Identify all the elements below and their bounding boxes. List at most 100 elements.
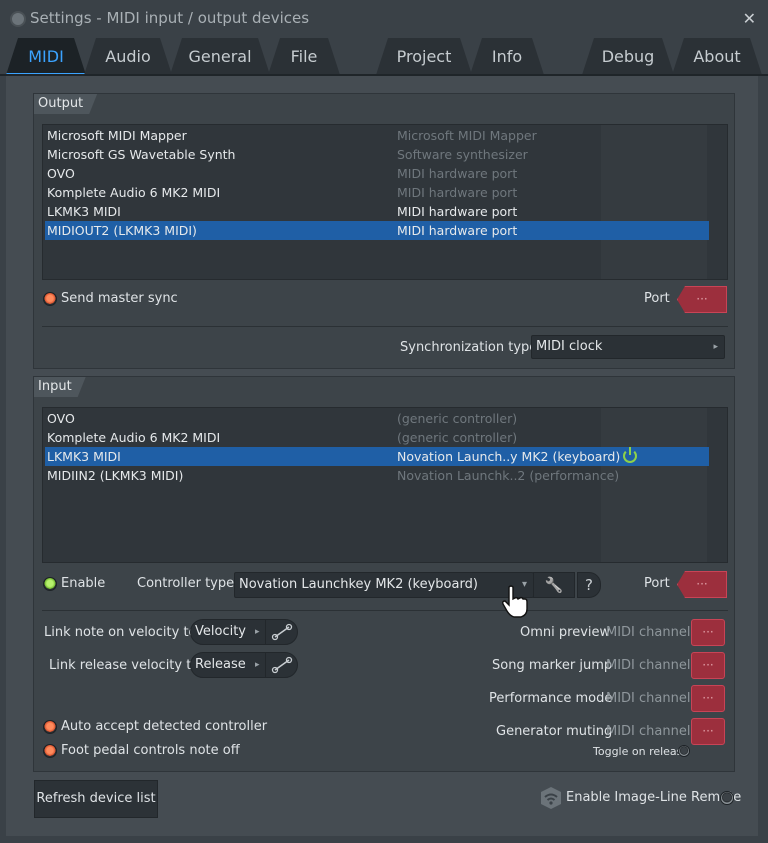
sync-type-dropdown[interactable]: MIDI clock ▸ [531, 335, 725, 359]
image-line-remote-icon [540, 786, 561, 809]
omni-preview-channel-button[interactable]: ··· [691, 619, 725, 646]
list-item-selected[interactable]: MIDIOUT2 (LKMK3 MIDI) MIDI hardware port [45, 221, 709, 240]
device-desc: MIDI hardware port [397, 166, 518, 181]
list-item[interactable]: MIDIIN2 (LKMK3 MIDI) Novation Launchk..2… [45, 466, 709, 485]
input-port-button[interactable]: ··· [677, 571, 727, 598]
title-bar: Settings - MIDI input / output devices ✕ [0, 0, 768, 38]
omni-preview-label: Omni preview [520, 625, 611, 640]
send-master-sync-label: Send master sync [61, 291, 178, 306]
tab-general[interactable]: General [170, 38, 270, 75]
help-button[interactable]: ? [577, 572, 601, 598]
output-port-button[interactable]: ··· [677, 286, 727, 313]
list-item[interactable]: Microsoft GS Wavetable Synth Software sy… [45, 145, 709, 164]
midi-channel-label: MIDI channel [606, 625, 691, 640]
link-note-velocity-selector[interactable]: Velocity ▸ [190, 619, 298, 645]
power-icon[interactable] [623, 447, 637, 463]
generator-muting-channel-button[interactable]: ··· [691, 718, 725, 745]
device-name: Microsoft MIDI Mapper [47, 128, 187, 143]
fl-studio-logo-icon [10, 11, 26, 27]
song-marker-jump-channel-button[interactable]: ··· [691, 652, 725, 679]
settings-tabs: MIDI Audio General File Project Info Deb… [0, 38, 768, 76]
device-desc: MIDI hardware port [397, 223, 518, 238]
device-name: MIDIIN2 (LKMK3 MIDI) [47, 468, 184, 483]
device-name: Komplete Audio 6 MK2 MIDI [47, 185, 221, 200]
list-item-selected[interactable]: LKMK3 MIDI Novation Launch..y MK2 (keybo… [45, 447, 709, 466]
tab-debug[interactable]: Debug [582, 38, 674, 75]
input-group: Input OVO (generic controller) Komplete … [33, 376, 735, 772]
device-desc: (generic controller) [397, 411, 518, 426]
link-release-velocity-label: Link release velocity to [49, 658, 200, 673]
auto-accept-led[interactable] [43, 720, 57, 734]
list-item[interactable]: Komplete Audio 6 MK2 MIDI MIDI hardware … [45, 183, 709, 202]
link-release-velocity-value: Release [195, 657, 246, 672]
performance-mode-channel-button[interactable]: ··· [691, 685, 725, 712]
toggle-on-release-label: Toggle on release [593, 745, 690, 758]
controller-type-label: Controller type [137, 576, 235, 591]
device-desc: MIDI hardware port [397, 185, 518, 200]
device-name: Microsoft GS Wavetable Synth [47, 147, 236, 162]
link-note-velocity-label: Link note on velocity to [44, 625, 197, 640]
foot-pedal-label: Foot pedal controls note off [61, 743, 240, 758]
link-release-velocity-selector[interactable]: Release ▸ [190, 652, 298, 678]
enable-led[interactable] [43, 577, 57, 591]
send-master-sync-led[interactable] [43, 292, 57, 306]
input-group-label: Input [34, 377, 86, 397]
device-desc: Novation Launchk..2 (performance) [397, 468, 620, 483]
chevron-right-icon: ▸ [713, 342, 718, 352]
tab-audio[interactable]: Audio [84, 38, 172, 75]
tab-info[interactable]: Info [470, 38, 544, 75]
hand-cursor-icon [500, 584, 532, 620]
divider [42, 326, 728, 327]
device-name: LKMK3 MIDI [47, 204, 121, 219]
device-desc: Novation Launch..y MK2 (keyboard) [397, 449, 621, 464]
divider [42, 610, 728, 611]
output-device-list[interactable]: Microsoft MIDI Mapper Microsoft MIDI Map… [42, 124, 728, 280]
curve-icon[interactable] [265, 620, 297, 644]
midi-channel-label: MIDI channel [606, 691, 691, 706]
list-item[interactable]: Komplete Audio 6 MK2 MIDI (generic contr… [45, 428, 709, 447]
device-name: Komplete Audio 6 MK2 MIDI [47, 430, 221, 445]
performance-mode-label: Performance mode [489, 691, 613, 706]
chevron-right-icon: ▸ [255, 660, 260, 670]
enable-label: Enable [61, 576, 106, 591]
wrench-button[interactable]: 🔧 [533, 572, 575, 598]
output-group: Output Microsoft MIDI Mapper Microsoft M… [33, 93, 735, 369]
device-name: OVO [47, 411, 75, 426]
device-desc: (generic controller) [397, 430, 518, 445]
controller-type-value: Novation Launchkey MK2 (keyboard) [239, 577, 478, 592]
list-item[interactable]: Microsoft MIDI Mapper Microsoft MIDI Map… [45, 126, 709, 145]
toggle-on-release-led[interactable] [678, 745, 690, 757]
link-note-velocity-value: Velocity [195, 624, 246, 639]
list-item[interactable]: OVO MIDI hardware port [45, 164, 709, 183]
output-group-label: Output [34, 94, 97, 114]
window-title: Settings - MIDI input / output devices [30, 9, 310, 27]
list-item[interactable]: OVO (generic controller) [45, 409, 709, 428]
device-name: MIDIOUT2 (LKMK3 MIDI) [47, 223, 197, 238]
tab-about[interactable]: About [672, 38, 762, 75]
tab-file[interactable]: File [268, 38, 340, 75]
controller-type-dropdown[interactable]: Novation Launchkey MK2 (keyboard) ▾ [234, 572, 534, 598]
chevron-right-icon: ▸ [255, 627, 260, 637]
tab-project[interactable]: Project [376, 38, 472, 75]
device-desc: MIDI hardware port [397, 204, 518, 219]
song-marker-jump-label: Song marker jump [492, 658, 613, 673]
input-device-list[interactable]: OVO (generic controller) Komplete Audio … [42, 407, 728, 563]
auto-accept-label: Auto accept detected controller [61, 719, 268, 734]
foot-pedal-led[interactable] [43, 744, 57, 758]
device-desc: Microsoft MIDI Mapper [397, 128, 537, 143]
device-name: OVO [47, 166, 75, 181]
midi-channel-label: MIDI channel [606, 658, 691, 673]
enable-remote-label: Enable Image-Line Remote [566, 790, 742, 805]
device-name: LKMK3 MIDI [47, 449, 121, 464]
device-desc: Software synthesizer [397, 147, 528, 162]
list-item[interactable]: LKMK3 MIDI MIDI hardware port [45, 202, 709, 221]
midi-channel-label: MIDI channel [606, 724, 691, 739]
curve-icon[interactable] [265, 653, 297, 677]
tab-midi[interactable]: MIDI [6, 38, 86, 75]
close-icon[interactable]: ✕ [743, 9, 756, 28]
generator-muting-label: Generator muting [496, 724, 613, 739]
output-port-label: Port [644, 291, 670, 306]
refresh-device-list-button[interactable]: Refresh device list [34, 780, 158, 818]
sync-type-label: Synchronization type [400, 340, 538, 355]
enable-remote-led[interactable] [720, 791, 734, 805]
